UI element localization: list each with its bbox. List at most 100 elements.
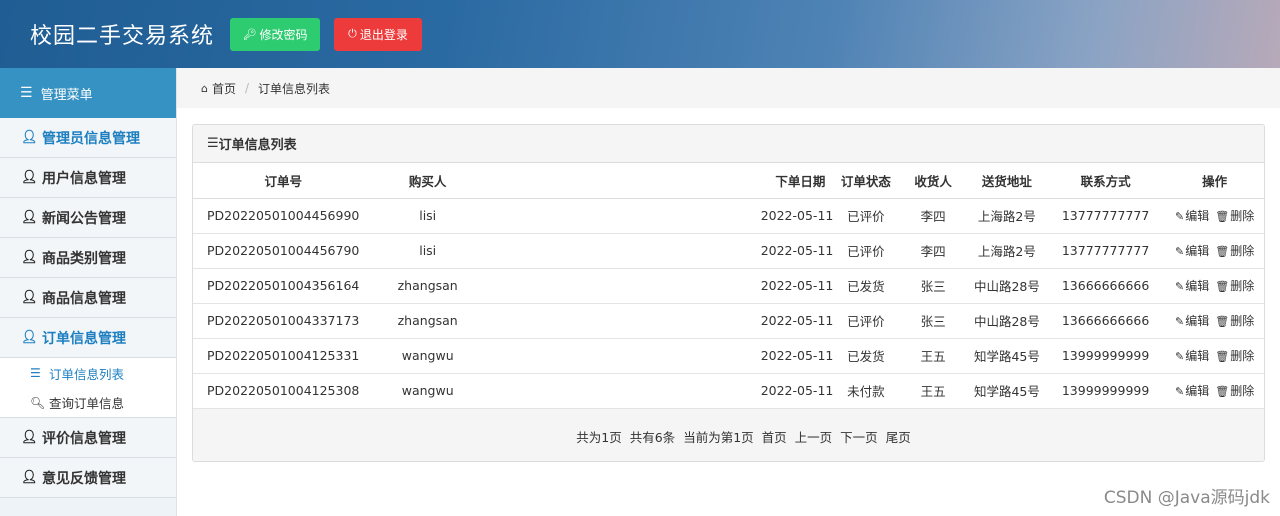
delete-link[interactable]: 🗑︎删除 [1215,244,1254,258]
trash-icon: 🗑︎ [1215,350,1230,363]
delete-link[interactable]: 🗑︎删除 [1215,314,1254,328]
phone: 13777777777 [1045,198,1166,234]
order-status: 已评价 [833,303,899,339]
logout-button[interactable]: ⏻ 退出登录 [334,17,423,51]
user-icon: 👤︎ [21,170,38,185]
edit-label: 编辑 [1185,244,1210,258]
delete-link[interactable]: 🗑︎删除 [1215,279,1254,293]
logout-label: 退出登录 [359,27,408,42]
row-actions: ✎编辑 🗑︎删除 [1165,303,1264,339]
pager-first[interactable]: 首页 [762,427,787,446]
address: 上海路2号 [967,198,1046,234]
edit-link[interactable]: ✎编辑 [1175,314,1209,328]
user-icon: 👤︎ [21,470,38,485]
sidebar-item-products[interactable]: 👤︎ 商品信息管理 [0,278,176,318]
delete-label: 删除 [1230,314,1255,328]
order-no: PD20220501004456790 [193,233,374,269]
address: 中山路28号 [967,268,1046,304]
pager-prev[interactable]: 上一页 [795,427,833,446]
edit-link[interactable]: ✎编辑 [1175,279,1209,293]
col-phone: 联系方式 [1045,163,1166,199]
order-status: 未付款 [833,373,899,409]
sidebar-item-label: 订单信息管理 [42,330,126,347]
order-status: 已评价 [833,233,899,269]
sidebar-subitem-order-list[interactable]: ☰ 订单信息列表 [0,358,176,388]
sidebar-subitem-order-search[interactable]: 🔍︎ 查询订单信息 [0,388,176,418]
address: 中山路28号 [967,303,1046,339]
row-actions: ✎编辑 🗑︎删除 [1165,268,1264,304]
sidebar-item-admin[interactable]: 👤︎ 管理员信息管理 [0,118,176,158]
row-actions: ✎编辑 🗑︎删除 [1165,233,1264,269]
edit-link[interactable]: ✎编辑 [1175,349,1209,363]
breadcrumb-current: 订单信息列表 [258,81,331,96]
sidebar-item-label: 商品信息管理 [42,290,126,307]
sidebar-item-label: 新闻公告管理 [42,210,126,227]
address: 上海路2号 [967,233,1046,269]
app-title: 校园二手交易系统 [30,24,215,49]
edit-password-label: 修改密码 [259,27,308,42]
edit-link[interactable]: ✎编辑 [1175,384,1209,398]
edit-icon: ✎ [1175,245,1185,258]
table-row: PD20220501004456790 lisi 2022-05-11 已评价 … [193,233,1264,269]
order-date: 2022-05-11 [481,268,834,304]
sidebar-item-label: 评价信息管理 [42,430,126,447]
trash-icon: 🗑︎ [1215,280,1230,293]
edit-link[interactable]: ✎编辑 [1175,244,1209,258]
user-icon: 👤︎ [21,130,38,145]
edit-link[interactable]: ✎编辑 [1175,209,1209,223]
edit-password-button[interactable]: 🔑︎ 修改密码 [230,17,321,51]
breadcrumb-home[interactable]: 首页 [212,80,236,97]
edit-label: 编辑 [1185,349,1210,363]
row-actions: ✎编辑 🗑︎删除 [1165,373,1264,409]
list-icon: ☰ [30,366,41,380]
sidebar-item-feedback[interactable]: 👤︎ 意见反馈管理 [0,458,176,498]
sidebar-item-news[interactable]: 👤︎ 新闻公告管理 [0,198,176,238]
power-icon: ⏻ [348,27,357,40]
order-list-panel: ☰ 订单信息列表 订单号 购买人 下单日期 订单状态 收货人 送货地址 联系方式… [192,124,1265,462]
delete-label: 删除 [1230,244,1255,258]
order-no: PD20220501004356164 [193,268,374,304]
phone: 13666666666 [1045,303,1166,339]
trash-icon: 🗑︎ [1215,210,1230,223]
edit-label: 编辑 [1185,279,1210,293]
col-receiver: 收货人 [898,163,968,199]
pager-last[interactable]: 尾页 [886,427,911,446]
sidebar-item-label: 管理员信息管理 [42,130,140,147]
table-row: PD20220501004125308 wangwu 2022-05-11 未付… [193,373,1264,409]
sidebar-item-label: 商品类别管理 [42,250,126,267]
buyer: lisi [373,233,482,269]
col-address: 送货地址 [967,163,1046,199]
receiver: 张三 [898,268,968,304]
table-header-row: 订单号 购买人 下单日期 订单状态 收货人 送货地址 联系方式 操作 [193,163,1264,199]
sidebar-item-users[interactable]: 👤︎ 用户信息管理 [0,158,176,198]
sidebar-header-label: 管理菜单 [40,87,93,103]
buyer: wangwu [373,338,482,374]
delete-link[interactable]: 🗑︎删除 [1215,209,1254,223]
buyer: lisi [373,198,482,234]
order-date: 2022-05-11 [481,373,834,409]
edit-label: 编辑 [1185,314,1210,328]
sidebar-item-orders[interactable]: 👤︎ 订单信息管理 [0,318,176,358]
receiver: 李四 [898,198,968,234]
sidebar-item-reviews[interactable]: 👤︎ 评价信息管理 [0,418,176,458]
table-row: PD20220501004337173 zhangsan 2022-05-11 … [193,303,1264,339]
order-date: 2022-05-11 [481,338,834,374]
sidebar-item-categories[interactable]: 👤︎ 商品类别管理 [0,238,176,278]
edit-label: 编辑 [1185,384,1210,398]
delete-label: 删除 [1230,209,1255,223]
pager-next[interactable]: 下一页 [840,427,878,446]
phone: 13666666666 [1045,268,1166,304]
delete-link[interactable]: 🗑︎删除 [1215,384,1254,398]
user-icon: 👤︎ [21,210,38,225]
delete-link[interactable]: 🗑︎删除 [1215,349,1254,363]
user-icon: 👤︎ [21,430,38,445]
receiver: 李四 [898,233,968,269]
sidebar-item-label: 用户信息管理 [42,170,126,187]
buyer: zhangsan [373,303,482,339]
sidebar-subitem-label: 订单信息列表 [49,366,125,382]
phone: 13777777777 [1045,233,1166,269]
delete-label: 删除 [1230,349,1255,363]
breadcrumb: ⌂ 首页 / 订单信息列表 [177,68,1280,108]
order-status: 已发货 [833,338,899,374]
delete-label: 删除 [1230,279,1255,293]
